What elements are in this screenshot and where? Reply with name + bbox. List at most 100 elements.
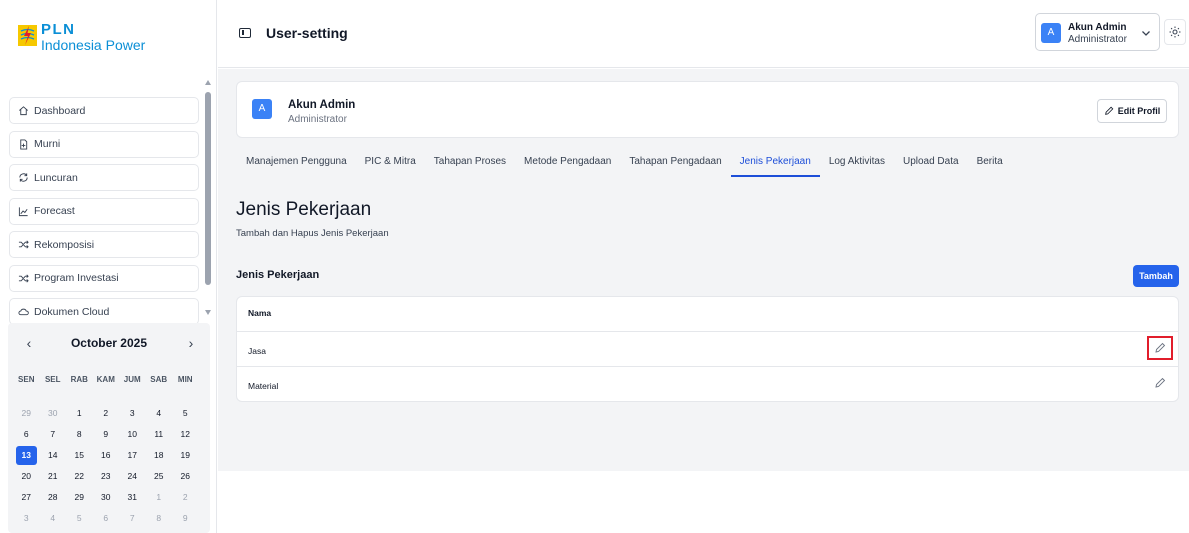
scroll-thumb[interactable] — [205, 92, 211, 285]
calendar-day[interactable]: 23 — [93, 466, 120, 487]
calendar-day[interactable]: 4 — [40, 508, 67, 529]
sidebar-item-dokumen-cloud[interactable]: Dokumen Cloud — [9, 298, 199, 325]
calendar-day[interactable]: 8 — [66, 424, 93, 445]
calendar-day[interactable]: 6 — [93, 508, 120, 529]
calendar-weekdays: SEN SEL RAB KAM JUM SAB MIN — [8, 375, 210, 384]
calendar-day[interactable]: 22 — [66, 466, 93, 487]
calendar-day[interactable]: 3 — [119, 403, 146, 424]
calendar-day[interactable]: 9 — [93, 424, 120, 445]
chevron-down-icon — [1142, 31, 1150, 36]
tab-metode-pengadaan[interactable]: Metode Pengadaan — [515, 155, 620, 177]
calendar-day[interactable]: 20 — [13, 466, 40, 487]
sidebar-item-luncuran[interactable]: Luncuran — [9, 164, 199, 191]
avatar: A — [252, 99, 272, 119]
calendar-day[interactable]: 18 — [146, 445, 173, 466]
tab-berita[interactable]: Berita — [968, 155, 1012, 177]
calendar-day-number: 6 — [23, 429, 29, 439]
calendar-day[interactable]: 8 — [146, 508, 173, 529]
edit-row-button[interactable] — [1147, 371, 1173, 395]
calendar-day[interactable]: 3 — [13, 508, 40, 529]
calendar-day[interactable]: 2 — [172, 487, 199, 508]
calendar-day[interactable]: 1 — [66, 403, 93, 424]
calendar-day[interactable]: 12 — [172, 424, 199, 445]
tab-upload-data[interactable]: Upload Data — [894, 155, 968, 177]
page-footer-area — [218, 471, 1189, 533]
tab-manajemen-pengguna[interactable]: Manajemen Pengguna — [236, 155, 356, 177]
calendar-widget: ‹ October 2025 › SEN SEL RAB KAM JUM SAB… — [8, 323, 210, 533]
calendar-day[interactable]: 16 — [93, 445, 120, 466]
sidebar-item-rekomposisi[interactable]: Rekomposisi — [9, 231, 199, 258]
calendar-day[interactable]: 2 — [93, 403, 120, 424]
calendar-day[interactable]: 26 — [172, 466, 199, 487]
section-title: Jenis Pekerjaan — [236, 199, 372, 220]
weekday-label: SEL — [44, 375, 61, 384]
calendar-day[interactable]: 5 — [172, 403, 199, 424]
calendar-day[interactable]: 15 — [66, 445, 93, 466]
scroll-down-arrow-icon[interactable] — [205, 310, 211, 315]
table-row: Jasa — [237, 331, 1178, 367]
table-row: Material — [237, 366, 1178, 402]
brand-logo[interactable]: PLN Indonesia Power — [18, 22, 145, 62]
calendar-day[interactable]: 17 — [119, 445, 146, 466]
calendar-day[interactable]: 25 — [146, 466, 173, 487]
theme-toggle-button[interactable] — [1164, 19, 1186, 45]
user-menu-button[interactable]: A Akun Admin Administrator — [1035, 13, 1160, 51]
tab-pic-mitra[interactable]: PIC & Mitra — [356, 155, 425, 177]
settings-tabs: Manajemen Pengguna PIC & Mitra Tahapan P… — [236, 155, 1012, 177]
sidebar-item-label: Forecast — [34, 205, 75, 217]
calendar-day[interactable]: 24 — [119, 466, 146, 487]
sidebar-toggle-icon[interactable] — [239, 28, 251, 38]
brand-subtitle: Indonesia Power — [41, 37, 146, 53]
scroll-up-arrow-icon[interactable] — [205, 80, 211, 85]
calendar-day-number: 14 — [48, 450, 58, 460]
edit-row-button[interactable] — [1147, 336, 1173, 360]
calendar-day[interactable]: 29 — [66, 487, 93, 508]
calendar-day-number: 1 — [156, 492, 162, 502]
calendar-day[interactable]: 1 — [146, 487, 173, 508]
calendar-day[interactable]: 10 — [119, 424, 146, 445]
calendar-day[interactable]: 7 — [119, 508, 146, 529]
calendar-day-number: 9 — [182, 513, 188, 523]
add-button[interactable]: Tambah — [1133, 265, 1179, 287]
calendar-day[interactable]: 29 — [13, 403, 40, 424]
edit-profile-button[interactable]: Edit Profil — [1097, 99, 1167, 123]
row-name: Jasa — [248, 346, 266, 356]
calendar-day-number: 2 — [182, 492, 188, 502]
sun-icon — [1169, 26, 1181, 38]
calendar-next-month-button[interactable]: › — [184, 335, 198, 351]
sidebar-item-label: Dashboard — [34, 104, 86, 117]
calendar-day[interactable]: 7 — [40, 424, 67, 445]
calendar-day[interactable]: 5 — [66, 508, 93, 529]
calendar-day[interactable]: 6 — [13, 424, 40, 445]
tab-tahapan-pengadaan[interactable]: Tahapan Pengadaan — [620, 155, 730, 177]
cloud-icon — [17, 305, 30, 318]
calendar-day[interactable]: 28 — [40, 487, 67, 508]
tab-log-aktivitas[interactable]: Log Aktivitas — [820, 155, 894, 177]
calendar-day-number: 4 — [156, 408, 162, 418]
calendar-day[interactable]: 30 — [93, 487, 120, 508]
calendar-day-number: 5 — [182, 408, 188, 418]
weekday-label: JUM — [123, 375, 141, 384]
sidebar-item-program-investasi[interactable]: Program Investasi — [9, 264, 199, 292]
tab-tahapan-proses[interactable]: Tahapan Proses — [425, 155, 515, 177]
sidebar-scrollbar[interactable] — [204, 80, 212, 320]
calendar-day[interactable]: 19 — [172, 445, 199, 466]
calendar-day[interactable]: 27 — [13, 487, 40, 508]
calendar-day[interactable]: 31 — [119, 487, 146, 508]
sidebar-item-dashboard[interactable]: Dashboard — [9, 97, 199, 124]
calendar-day-number: 8 — [156, 513, 162, 523]
main-content: A Akun Admin Administrator Edit Profil M… — [218, 69, 1189, 471]
calendar-day[interactable]: 30 — [40, 403, 67, 424]
calendar-day[interactable]: 14 — [40, 445, 67, 466]
weekday-label: RAB — [70, 375, 88, 384]
user-name: Akun Admin — [1068, 22, 1127, 33]
sidebar-item-murni[interactable]: Murni — [9, 130, 199, 158]
calendar-day[interactable]: 21 — [40, 466, 67, 487]
tab-jenis-pekerjaan[interactable]: Jenis Pekerjaan — [730, 155, 820, 177]
sidebar-item-forecast[interactable]: Forecast — [9, 197, 199, 225]
calendar-day-today[interactable]: 13 — [13, 445, 40, 466]
calendar-day[interactable]: 9 — [172, 508, 199, 529]
calendar-day[interactable]: 4 — [146, 403, 173, 424]
calendar-day[interactable]: 11 — [146, 424, 173, 445]
user-role: Administrator — [1068, 34, 1127, 45]
